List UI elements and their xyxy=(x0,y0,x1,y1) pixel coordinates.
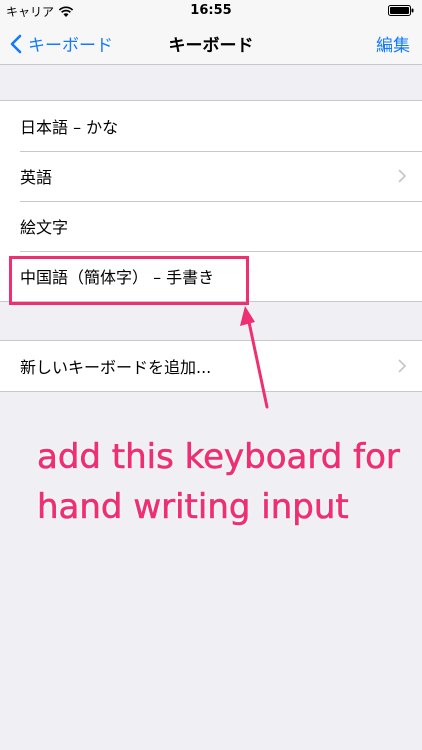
arrow-icon xyxy=(240,306,269,409)
annotation-text: add this keyboard for hand writing input xyxy=(37,437,401,528)
